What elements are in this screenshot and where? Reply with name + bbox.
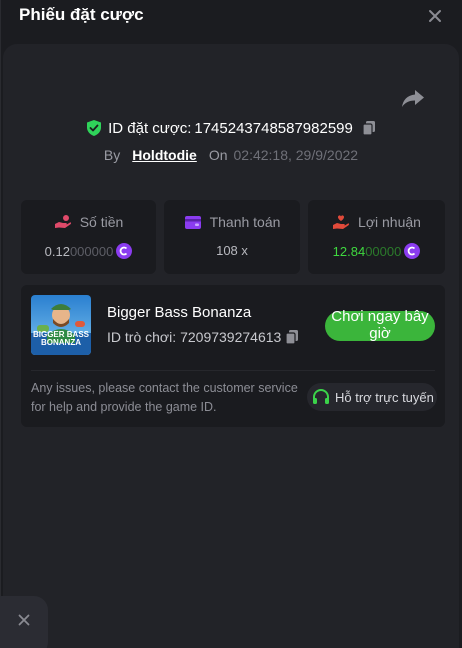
thumb-text-2: BONANZA <box>41 338 81 347</box>
live-support-button[interactable]: Hỗ trợ trực tuyến <box>307 383 437 411</box>
by-label: By <box>103 147 121 163</box>
live-support-label: Hỗ trợ trực tuyến <box>335 389 434 405</box>
stat-profit-header: Lợi nhuận <box>308 214 445 230</box>
stat-payout-label: Thanh toán <box>209 214 281 230</box>
bet-timestamp: 02:42:18, 29/9/2022 <box>233 147 359 163</box>
support-message: Any issues, please contact the customer … <box>31 381 298 414</box>
game-card: BIGGER BASS BONANZA Bigger Bass Bonanza … <box>21 285 445 427</box>
bet-meta-row: By Holdtodie On 02:42:18, 29/9/2022 <box>0 145 462 165</box>
wallet-icon <box>184 215 201 229</box>
bet-id-row: ID đặt cược: 1745243748587982599 <box>0 117 462 139</box>
amount-dim: 000000 <box>69 243 114 259</box>
game-thumbnail[interactable]: BIGGER BASS BONANZA <box>31 295 91 355</box>
close-icon <box>429 10 441 22</box>
bet-id-value: 1745243748587982599 <box>194 119 353 137</box>
left-edge-line <box>0 0 1 648</box>
game-id-row: ID trò chơi: 7209739274613 <box>107 329 299 345</box>
play-now-button[interactable]: Chơi ngay bây giờ <box>325 308 435 342</box>
share-icon <box>402 90 424 107</box>
coin-icon <box>116 243 133 259</box>
stat-amount-header: Số tiền <box>21 214 156 230</box>
header: Phiếu đặt cược <box>0 0 462 32</box>
username-link[interactable]: Holdtodie <box>132 147 197 163</box>
stat-amount-value: 0.12 000000 <box>21 243 156 259</box>
game-id-label: ID trò chơi: <box>107 329 177 345</box>
divider <box>31 370 435 371</box>
stat-profit-label: Lợi nhuận <box>358 214 421 230</box>
coin-icon <box>404 243 421 259</box>
amount-main: 0.12 <box>44 243 70 259</box>
shield-check-icon <box>87 120 102 136</box>
play-now-label: Chơi ngay bây giờ <box>331 308 429 342</box>
share-button[interactable] <box>401 88 425 108</box>
stat-amount: Số tiền 0.12 000000 <box>21 200 156 274</box>
game-thumb-title: BIGGER BASS BONANZA <box>31 331 91 347</box>
stat-payout-value: 108 x <box>216 243 248 258</box>
on-label: On <box>208 147 228 163</box>
game-name: Bigger Bass Bonanza <box>107 304 252 321</box>
copy-bet-id-button[interactable] <box>362 120 376 136</box>
hand-coin-icon <box>54 215 71 228</box>
floating-close-button[interactable] <box>0 596 48 648</box>
game-id-value: 7209739274613 <box>180 329 282 345</box>
stat-payout: Thanh toán 108 x <box>164 200 300 274</box>
stat-payout-header: Thanh toán <box>164 214 300 230</box>
hand-heart-icon <box>333 215 350 229</box>
close-icon <box>18 614 30 626</box>
copy-game-id-button[interactable] <box>285 329 299 345</box>
stat-profit: Lợi nhuận 12.84 00000 <box>308 200 445 274</box>
stat-amount-label: Số tiền <box>79 214 124 230</box>
bet-id-label: ID đặt cược: <box>108 119 192 137</box>
copy-icon <box>362 121 375 136</box>
profit-dim: 00000 <box>365 243 402 259</box>
page-title: Phiếu đặt cược <box>19 5 144 24</box>
close-button[interactable] <box>426 7 444 25</box>
copy-icon <box>285 330 299 345</box>
stat-profit-value: 12.84 00000 <box>308 243 445 259</box>
headset-icon <box>313 389 329 404</box>
profit-main: 12.84 <box>332 243 366 259</box>
